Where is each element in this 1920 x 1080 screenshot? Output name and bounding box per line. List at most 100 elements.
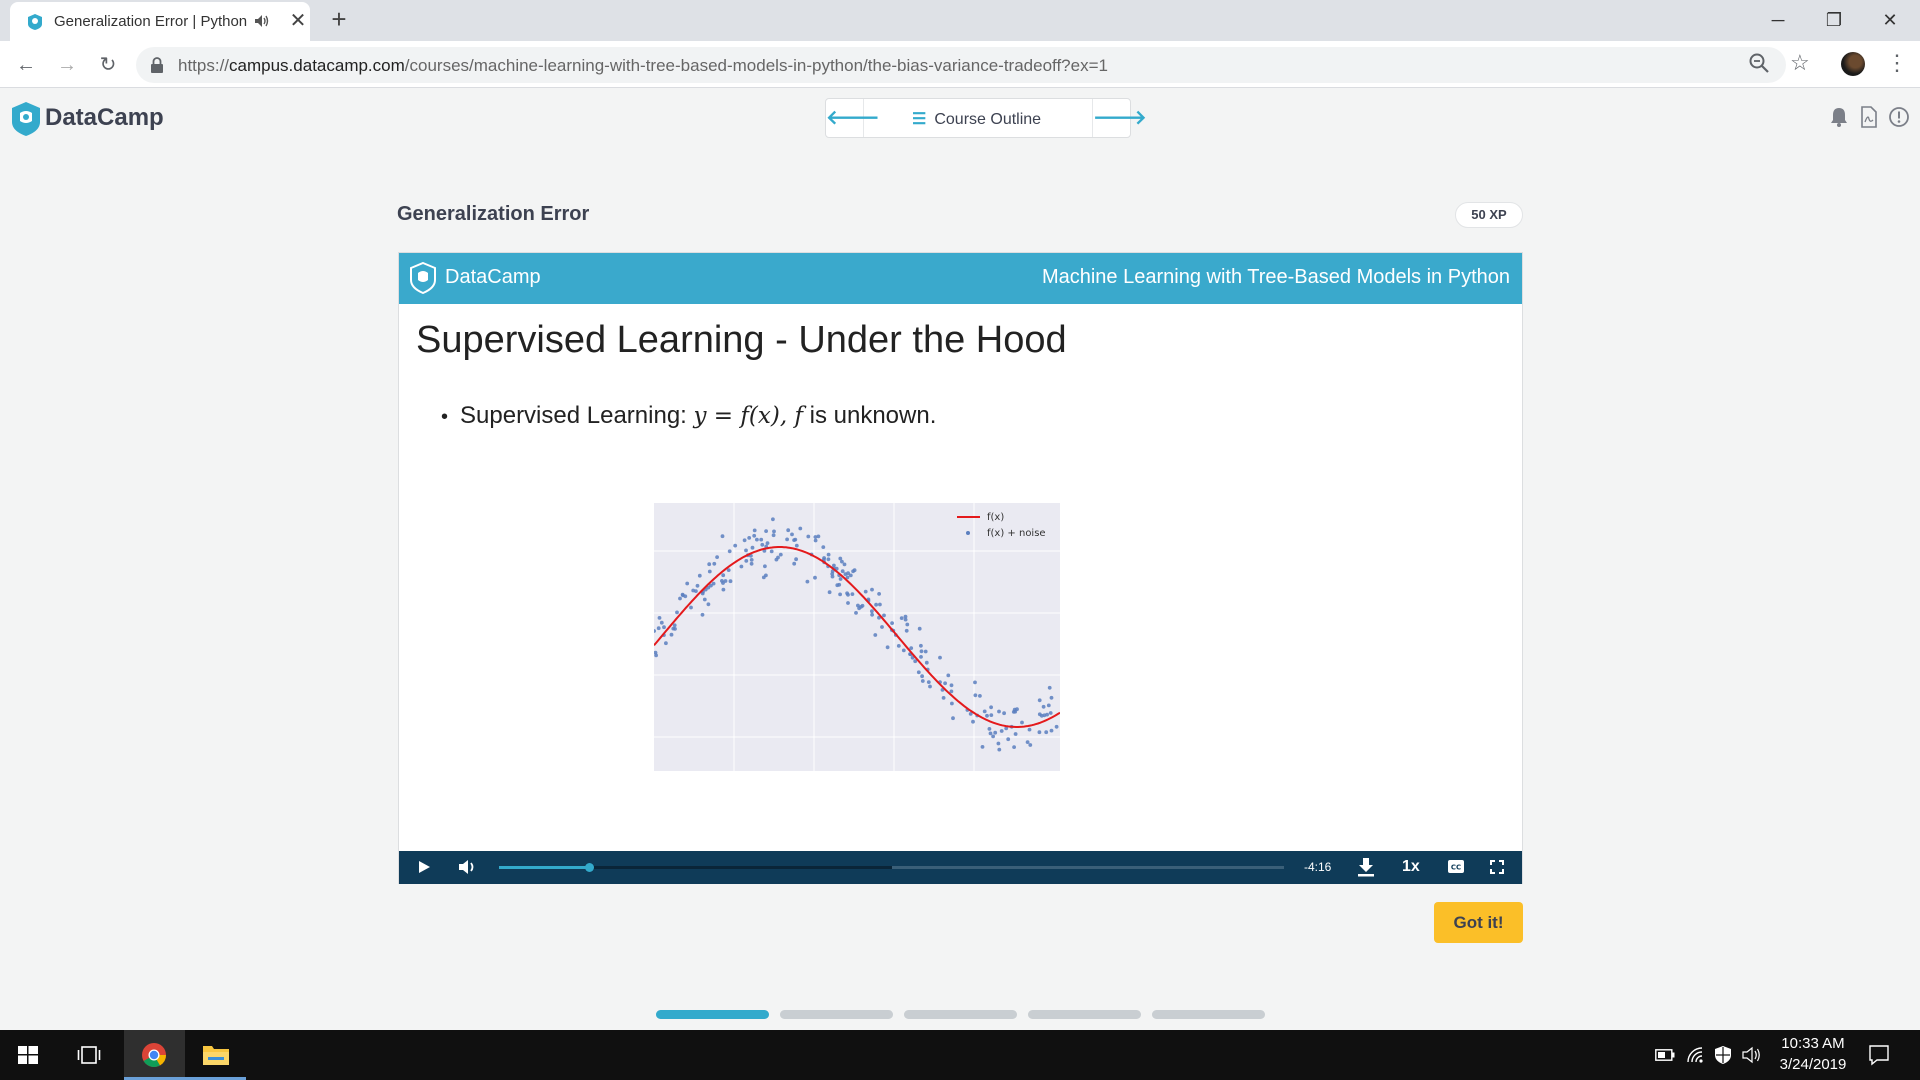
pdf-slides-icon[interactable] xyxy=(1858,106,1880,128)
legend-point-swatch xyxy=(966,531,970,535)
download-icon[interactable] xyxy=(1356,857,1376,877)
lesson-progress-segment[interactable] xyxy=(1152,1010,1265,1019)
noise-point xyxy=(700,612,705,617)
noise-point xyxy=(993,730,998,735)
play-icon[interactable] xyxy=(417,860,431,874)
slide-bullet: • Supervised Learning: y = f(x), f is unk… xyxy=(441,402,936,430)
noise-point xyxy=(997,709,1001,714)
noise-point xyxy=(695,583,700,588)
course-outline-button[interactable]: ☰ Course Outline xyxy=(912,109,1041,129)
clock-date[interactable]: 3/24/2019 xyxy=(1768,1056,1858,1073)
noise-point xyxy=(1002,711,1006,716)
volume-icon[interactable] xyxy=(458,858,478,876)
noise-point xyxy=(830,574,835,579)
new-tab-button[interactable]: + xyxy=(326,6,352,32)
lock-icon xyxy=(151,57,163,73)
noise-point xyxy=(657,616,662,620)
noise-point xyxy=(863,589,868,594)
datacamp-logo-text[interactable]: DataCamp xyxy=(45,104,164,132)
battery-icon[interactable] xyxy=(1655,1049,1675,1061)
played-range xyxy=(499,866,590,869)
noise-point xyxy=(890,621,894,625)
taskbar-file-explorer[interactable] xyxy=(185,1030,246,1080)
wifi-icon[interactable] xyxy=(1686,1046,1706,1064)
noise-point xyxy=(980,745,985,749)
back-button[interactable]: ← xyxy=(12,51,40,79)
noise-point xyxy=(920,679,925,683)
noise-point xyxy=(712,561,717,566)
legend-label-noise: f(x) + noise xyxy=(987,528,1046,539)
noise-point xyxy=(659,620,664,625)
datacamp-logo-icon[interactable] xyxy=(10,101,42,137)
tab-close-icon[interactable]: ✕ xyxy=(288,11,308,31)
minimize-button[interactable]: ─ xyxy=(1750,4,1806,36)
zoom-icon[interactable] xyxy=(1748,52,1770,74)
bullet-dot: • xyxy=(441,406,449,428)
noise-point xyxy=(971,719,975,724)
noise-point xyxy=(721,587,726,592)
notification-bell-icon[interactable] xyxy=(1828,106,1850,128)
bookmark-star-icon[interactable]: ☆ xyxy=(1790,50,1810,76)
video-player[interactable]: DataCamp Machine Learning with Tree-Base… xyxy=(398,252,1523,884)
fullscreen-icon[interactable] xyxy=(1490,860,1504,874)
restore-button[interactable]: ❐ xyxy=(1806,4,1862,36)
video-progress-bar[interactable] xyxy=(499,863,1284,872)
previous-exercise-arrow-icon[interactable]: 🡐 xyxy=(826,99,880,137)
windows-start-icon[interactable] xyxy=(18,1046,38,1064)
noise-point xyxy=(850,592,855,596)
noise-point xyxy=(785,537,789,542)
closed-captions-icon[interactable]: CC xyxy=(1448,860,1464,873)
noise-point xyxy=(1006,737,1011,742)
lesson-progress-segment[interactable] xyxy=(1028,1010,1141,1019)
noise-point xyxy=(901,648,906,653)
clock-time[interactable]: 10:33 AM xyxy=(1768,1035,1858,1052)
sine-noise-plot: f(x) f(x) + noise xyxy=(654,503,1060,771)
noise-point xyxy=(742,538,747,543)
report-issue-icon[interactable] xyxy=(1888,106,1910,128)
noise-point xyxy=(728,579,733,584)
tab-audio-icon[interactable] xyxy=(253,12,271,30)
noise-point xyxy=(656,626,661,631)
noise-point xyxy=(1048,711,1053,715)
noise-point xyxy=(926,680,931,684)
progress-scrubber[interactable] xyxy=(585,863,595,872)
action-center-icon[interactable] xyxy=(1868,1044,1890,1066)
browser-tab[interactable]: Generalization Error | Python ✕ xyxy=(10,2,310,41)
playback-speed-button[interactable]: 1x xyxy=(1402,858,1420,876)
lesson-progress-segment[interactable] xyxy=(656,1010,769,1019)
forward-button[interactable]: → xyxy=(53,51,81,79)
next-exercise-arrow-icon[interactable]: 🡒 xyxy=(1092,99,1147,137)
noise-point xyxy=(765,541,770,545)
speaker-icon[interactable] xyxy=(1742,1046,1762,1064)
noise-point xyxy=(794,543,799,548)
noise-point xyxy=(928,684,932,689)
noise-point xyxy=(905,622,910,627)
taskbar-chrome[interactable] xyxy=(124,1030,185,1080)
noise-point xyxy=(706,602,711,607)
lesson-progress-segment[interactable] xyxy=(780,1010,893,1019)
noise-point xyxy=(664,641,668,646)
noise-point xyxy=(896,644,901,648)
address-bar[interactable]: https://campus.datacamp.com/courses/mach… xyxy=(136,47,1786,83)
noise-point xyxy=(749,558,754,562)
noise-point xyxy=(1028,743,1033,747)
noise-point xyxy=(675,610,679,615)
got-it-button[interactable]: Got it! xyxy=(1434,902,1523,943)
noise-point xyxy=(854,611,858,615)
noise-point xyxy=(771,533,776,538)
task-view-icon[interactable] xyxy=(77,1045,101,1065)
noise-point xyxy=(838,592,842,597)
browser-tab-strip: Generalization Error | Python ✕ + ─ ❐ ✕ xyxy=(0,0,1920,41)
profile-avatar[interactable] xyxy=(1841,52,1865,76)
noise-point xyxy=(813,538,818,543)
noise-point xyxy=(899,616,904,620)
noise-point xyxy=(919,655,923,659)
datacamp-header: DataCamp 🡐 ☰ Course Outline 🡒 xyxy=(0,89,1920,145)
noise-point xyxy=(662,625,666,630)
reload-button[interactable]: ↻ xyxy=(94,51,122,79)
security-shield-icon[interactable] xyxy=(1714,1045,1732,1065)
lesson-progress-segment[interactable] xyxy=(904,1010,1017,1019)
browser-menu-icon[interactable]: ⋮ xyxy=(1886,50,1908,76)
noise-point xyxy=(826,552,831,557)
close-window-button[interactable]: ✕ xyxy=(1862,4,1918,36)
